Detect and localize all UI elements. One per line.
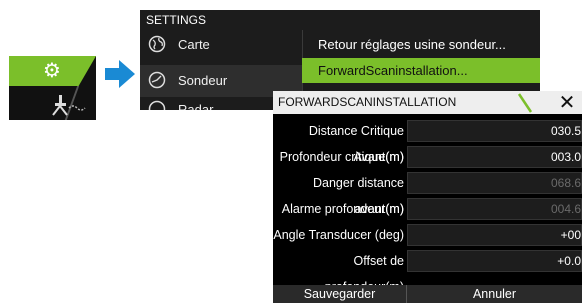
submenu-label: Retour réglages usine sondeur...	[318, 37, 506, 52]
slash-accent-icon	[517, 93, 533, 113]
row-label: Profondeur critique(m)	[279, 150, 404, 164]
row-danger-distance-avant: Danger distance avant(m) 068.6	[273, 170, 582, 216]
settings-app-tile[interactable]: ⚙	[9, 56, 96, 120]
settings-item-radar[interactable]: Radar	[148, 98, 213, 110]
settings-item-carte[interactable]: Carte	[148, 33, 210, 55]
settings-item-sondeur[interactable]: Sondeur	[148, 69, 227, 91]
settings-item-label: Carte	[178, 36, 210, 52]
row-profondeur-critique: Profondeur critique(m) 003.0	[273, 144, 582, 170]
dialog-header: FORWARDSCANINSTALLATION ✕	[273, 91, 582, 114]
value-field[interactable]: 068.6	[407, 172, 582, 194]
value-field[interactable]: +0.0	[407, 250, 582, 272]
dialog-title: FORWARDSCANINSTALLATION	[278, 95, 457, 109]
submenu-reset-sonar[interactable]: Retour réglages usine sondeur...	[302, 32, 540, 57]
submenu-forwardscan-installation[interactable]: ForwardScaninstallation...	[302, 58, 540, 83]
arrow-right-icon	[105, 60, 135, 88]
submenu-label: ForwardScaninstallation...	[318, 63, 468, 78]
settings-item-label: Radar	[178, 101, 214, 111]
row-offset-profondeur: Offset de profondeur(m) +0.0	[273, 248, 582, 294]
value-field[interactable]: 004.6	[407, 198, 582, 220]
row-label: Offset de profondeur(m)	[325, 254, 404, 294]
row-distance-critique-avant: Distance Critique Avant(m) 030.5	[273, 118, 582, 164]
row-label: Distance Critique Avant(m)	[308, 124, 404, 164]
sonar-icon	[52, 95, 86, 116]
globe-icon	[148, 35, 166, 53]
forwardscan-installation-dialog: FORWARDSCANINSTALLATION ✕ Distance Criti…	[273, 91, 582, 303]
close-icon[interactable]: ✕	[556, 91, 578, 114]
settings-item-label: Sondeur	[178, 72, 228, 88]
row-label: Angle Transducer (deg)	[273, 228, 404, 242]
row-alarme-profondeur: Alarme profondeur(m) 004.6	[273, 196, 582, 222]
value-field[interactable]: 030.5	[407, 120, 582, 142]
row-angle-transducer: Angle Transducer (deg) +00	[273, 222, 582, 248]
gear-icon: ⚙	[43, 58, 61, 82]
settings-title: SETTINGS	[146, 13, 207, 27]
value-field[interactable]: 003.0	[407, 146, 582, 168]
row-label: Danger distance avant(m)	[312, 176, 404, 216]
sonar-gauge-icon	[148, 71, 166, 89]
save-button[interactable]: Sauvegarder	[273, 285, 406, 303]
value-field[interactable]: +00	[407, 224, 582, 246]
radar-icon	[148, 100, 166, 110]
row-label: Alarme profondeur(m)	[281, 202, 404, 216]
cancel-button[interactable]: Annuler	[407, 285, 582, 303]
